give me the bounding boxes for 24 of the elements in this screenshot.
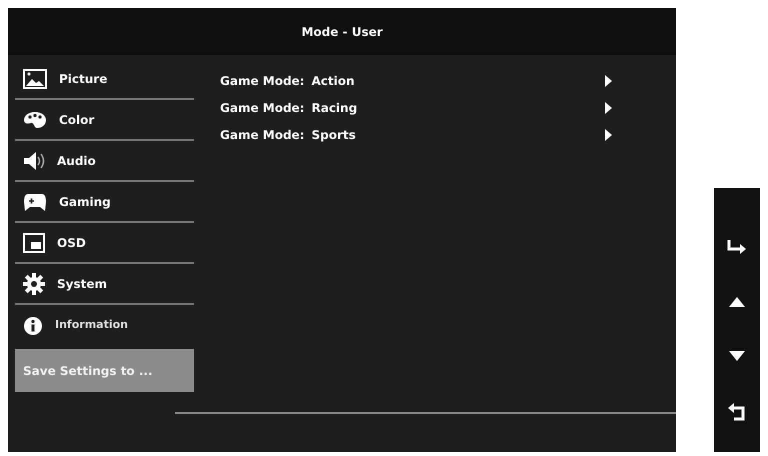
- option-label: Game Mode:: [220, 126, 304, 144]
- sidebar-item[interactable]: Color: [15, 100, 194, 141]
- sidebar-item[interactable]: System: [15, 264, 194, 305]
- palette-icon: [23, 110, 47, 128]
- sidebar-item[interactable]: Information: [15, 305, 194, 346]
- gear-icon: [23, 272, 45, 294]
- info-icon: [23, 316, 43, 336]
- arrow-icon: [605, 102, 612, 114]
- sidebar-item[interactable]: OSD: [15, 223, 194, 264]
- sidebar-item[interactable]: Audio: [15, 141, 194, 182]
- gamepad-icon: [23, 192, 47, 212]
- picture-icon: [23, 68, 47, 88]
- sidebar-item[interactable]: Gaming: [15, 182, 194, 223]
- window-icon: [23, 232, 45, 252]
- option-label: Game Mode:: [220, 72, 304, 90]
- option-value: Sports: [311, 126, 356, 144]
- arrow-icon: [605, 74, 612, 86]
- sidebar-item[interactable]: Picture: [15, 59, 194, 100]
- option-label: Game Mode:: [220, 100, 304, 116]
- arrow-icon: [605, 128, 612, 140]
- option-value: Racing: [311, 100, 358, 116]
- window-title: Mode - User: [301, 24, 383, 40]
- speaker-icon: [23, 150, 45, 170]
- option-value: Action: [311, 72, 355, 90]
